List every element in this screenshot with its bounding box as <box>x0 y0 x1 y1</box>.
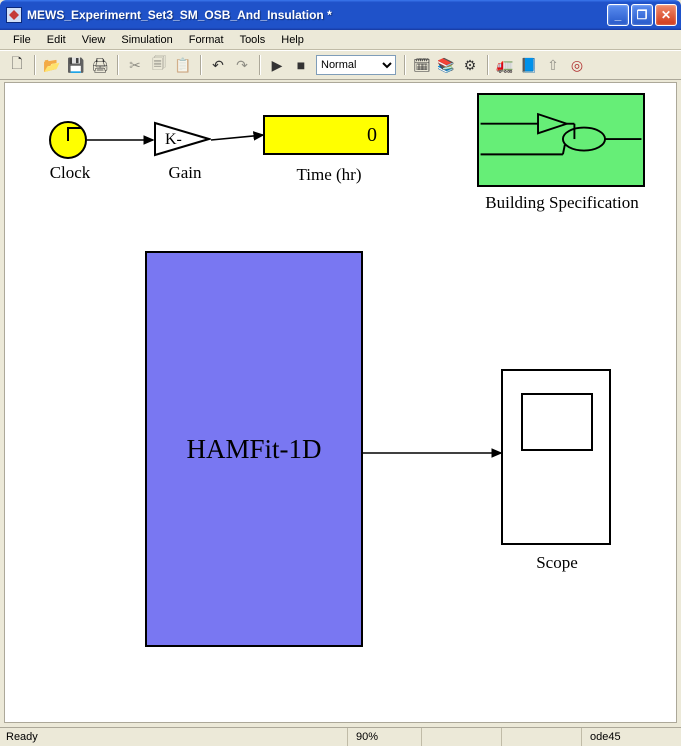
menu-format[interactable]: Format <box>182 32 231 48</box>
cut-icon[interactable]: ✂ <box>124 54 146 76</box>
hamfit-label: HAMFit-1D <box>186 434 321 465</box>
toolbar: 🗋 📂 💾 🖨 ✂ 🗐 📋 ↶ ↷ ▶ ■ Normal 🗓 📚 ⚙ 🚛 📘 ⇧… <box>0 50 681 80</box>
app-icon <box>6 7 22 23</box>
model-canvas[interactable]: Clock K- Gain 0 Time (hr) Building Speci… <box>4 82 677 723</box>
simulation-mode-select[interactable]: Normal <box>316 55 396 75</box>
gain-value: K- <box>165 131 182 148</box>
redo-icon[interactable]: ↷ <box>231 54 253 76</box>
maximize-button[interactable]: ❐ <box>631 4 653 26</box>
menu-help[interactable]: Help <box>274 32 311 48</box>
scope-block[interactable] <box>501 369 611 545</box>
menu-file[interactable]: File <box>6 32 38 48</box>
clock-block[interactable] <box>49 121 87 159</box>
menu-edit[interactable]: Edit <box>40 32 73 48</box>
time-display-label: Time (hr) <box>285 165 373 185</box>
hamfit-block[interactable]: HAMFit-1D <box>145 251 363 647</box>
building-specification-label: Building Specification <box>473 193 651 213</box>
gain-block[interactable]: K- <box>153 121 211 157</box>
scope-screen <box>521 393 593 451</box>
clock-label: Clock <box>46 163 94 183</box>
stop-icon[interactable]: ■ <box>290 54 312 76</box>
status-empty-2 <box>501 728 581 746</box>
close-button[interactable]: ✕ <box>655 4 677 26</box>
up-icon[interactable]: ⇧ <box>542 54 564 76</box>
menu-tools[interactable]: Tools <box>233 32 273 48</box>
status-zoom: 90% <box>347 728 421 746</box>
window-title: MEWS_Experimernt_Set3_SM_OSB_And_Insulat… <box>27 8 607 22</box>
time-display-value: 0 <box>367 124 377 147</box>
copy-icon[interactable]: 🗐 <box>148 54 170 76</box>
status-solver: ode45 <box>581 728 681 746</box>
print-icon[interactable]: 🖨 <box>89 54 111 76</box>
save-icon[interactable]: 💾 <box>65 54 87 76</box>
library-icon[interactable]: 📘 <box>518 54 540 76</box>
layers-icon[interactable]: 📚 <box>435 54 457 76</box>
scope-label: Scope <box>505 553 609 573</box>
status-ready: Ready <box>0 731 347 743</box>
play-icon[interactable]: ▶ <box>266 54 288 76</box>
paste-icon[interactable]: 📋 <box>172 54 194 76</box>
building-specification-block[interactable] <box>477 93 645 187</box>
menu-simulation[interactable]: Simulation <box>114 32 179 48</box>
menubar: File Edit View Simulation Format Tools H… <box>0 30 681 50</box>
truck-icon[interactable]: 🚛 <box>494 54 516 76</box>
minimize-button[interactable]: _ <box>607 4 629 26</box>
time-display-block[interactable]: 0 <box>263 115 389 155</box>
build-icon[interactable]: 🗓 <box>411 54 433 76</box>
menu-view[interactable]: View <box>75 32 113 48</box>
gain-label: Gain <box>163 163 207 183</box>
new-icon[interactable]: 🗋 <box>6 54 28 76</box>
status-empty-1 <box>421 728 501 746</box>
titlebar: MEWS_Experimernt_Set3_SM_OSB_And_Insulat… <box>0 0 681 30</box>
status-bar: Ready 90% ode45 <box>0 727 681 746</box>
target-icon[interactable]: ◎ <box>566 54 588 76</box>
open-icon[interactable]: 📂 <box>41 54 63 76</box>
undo-icon[interactable]: ↶ <box>207 54 229 76</box>
gear-icon[interactable]: ⚙ <box>459 54 481 76</box>
